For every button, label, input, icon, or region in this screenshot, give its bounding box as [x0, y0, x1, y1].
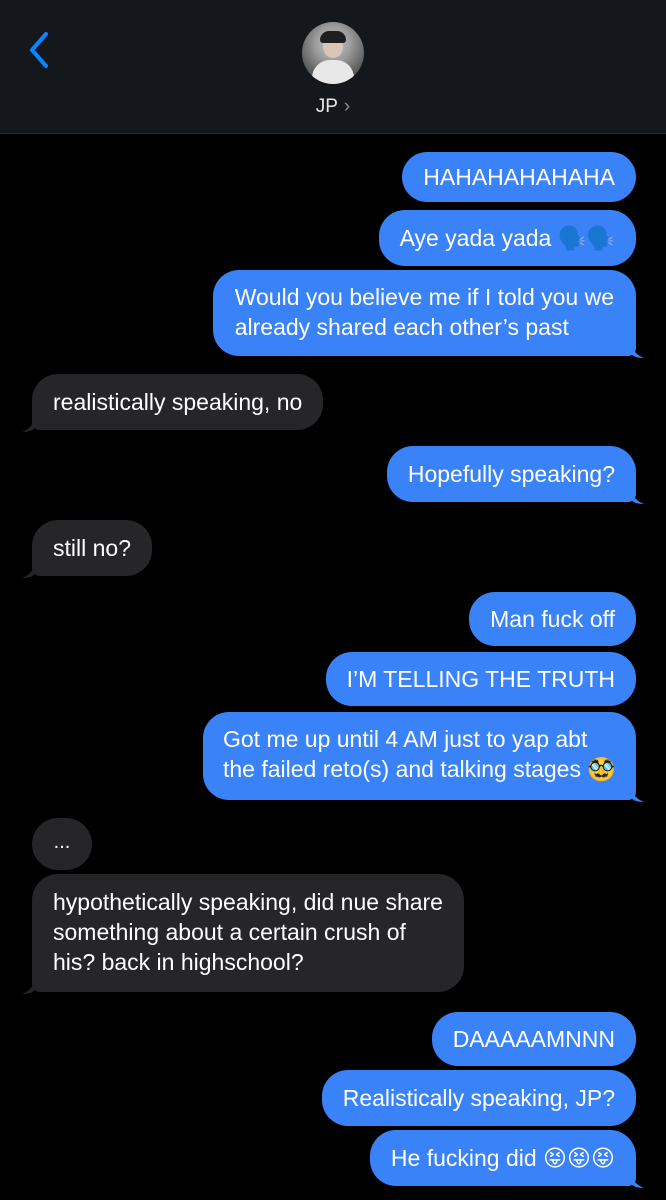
bubble-tail	[630, 784, 644, 802]
chevron-left-icon[interactable]	[26, 30, 54, 70]
message-bubble-outgoing[interactable]: Got me up until 4 AM just to yap abt the…	[202, 712, 636, 800]
bubble-tail	[630, 340, 644, 358]
contact-name-button[interactable]: JP ›	[0, 96, 666, 118]
message-bubble-outgoing[interactable]: He fucking did 😝😝😝	[369, 1130, 636, 1186]
chevron-right-icon: ›	[343, 96, 351, 117]
message-bubble-outgoing[interactable]: Realistically speaking, JP?	[321, 1070, 636, 1126]
avatar[interactable]	[302, 22, 364, 84]
message-bubble-incoming[interactable]: hypothetically speaking, did nue share s…	[32, 874, 464, 992]
bubble-tail	[22, 976, 36, 994]
message-bubble-outgoing[interactable]: Hopefully speaking?	[386, 446, 636, 502]
bubble-tail	[630, 1170, 644, 1188]
message-bubble-outgoing[interactable]: Aye yada yada 🗣️🗣️	[378, 210, 636, 266]
bubble-tail	[22, 560, 36, 578]
message-bubble-outgoing[interactable]: DAAAAAMNNN	[431, 1012, 636, 1066]
bubble-tail	[630, 486, 644, 504]
message-bubble-incoming[interactable]: realistically speaking, no	[32, 374, 324, 430]
conversation-header: JP ›	[0, 0, 666, 134]
message-bubble-outgoing[interactable]: Man fuck off	[469, 592, 636, 646]
contact-name: JP	[315, 96, 338, 117]
message-bubble-outgoing[interactable]: HAHAHAHAHAHA	[402, 152, 636, 202]
message-bubble-outgoing[interactable]: Would you believe me if I told you we al…	[212, 270, 636, 356]
message-bubble-outgoing[interactable]: I’M TELLING THE TRUTH	[325, 652, 636, 706]
message-bubble-incoming[interactable]: still no?	[32, 520, 152, 576]
bubble-tail	[22, 414, 36, 432]
message-bubble-incoming[interactable]: ...	[32, 818, 92, 870]
